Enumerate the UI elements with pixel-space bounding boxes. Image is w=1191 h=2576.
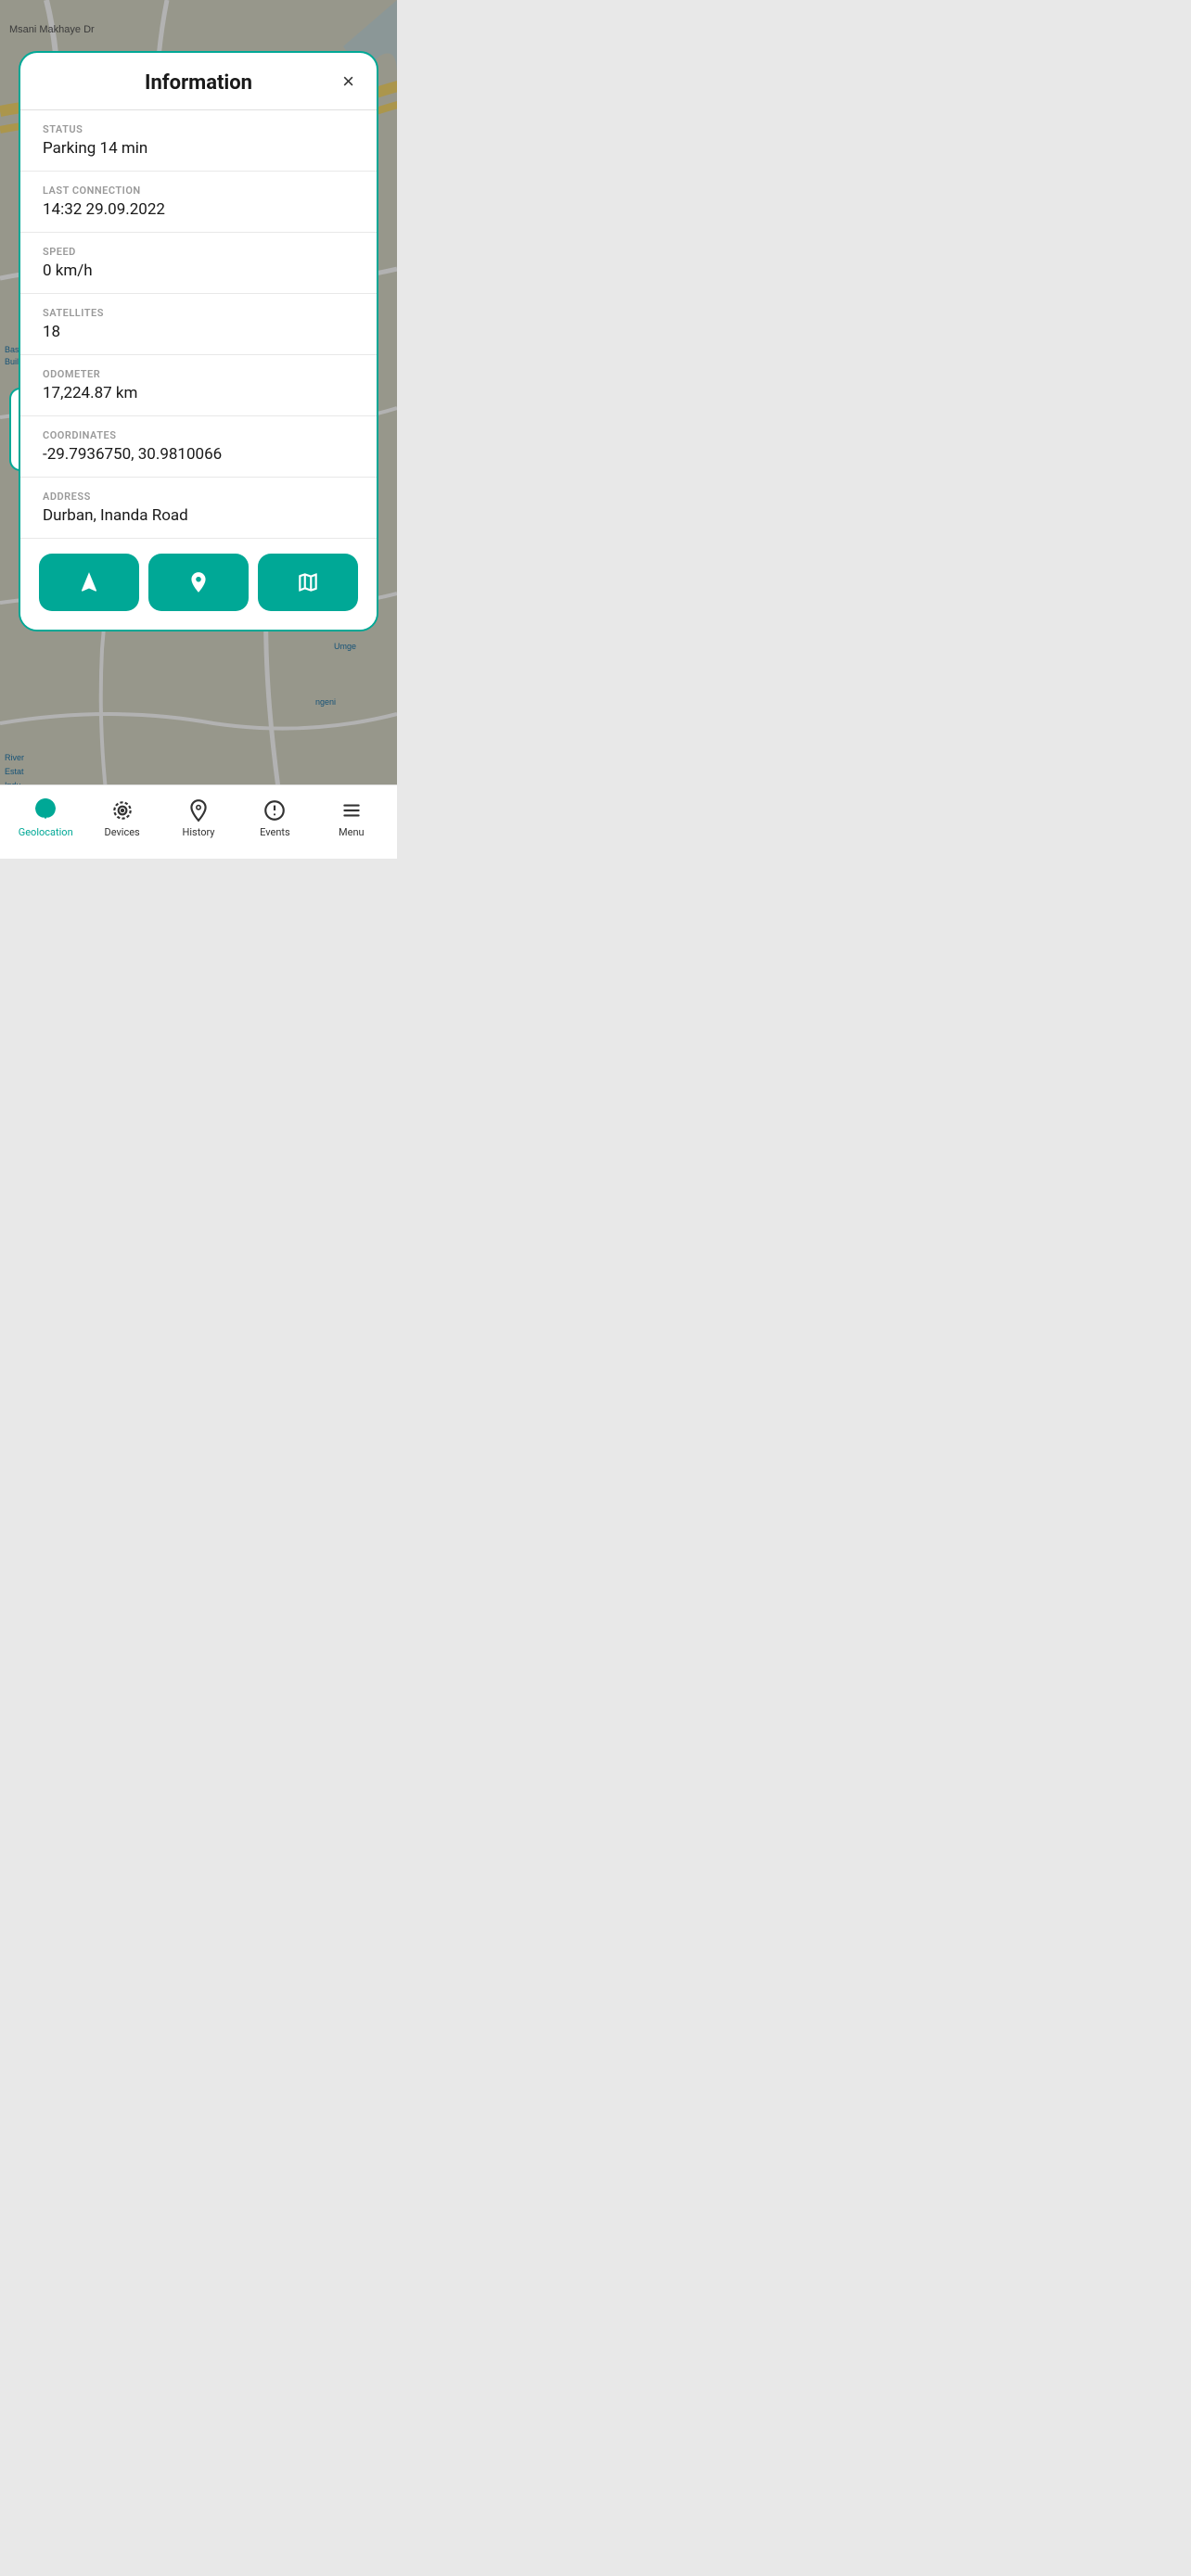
info-row-address: ADDRESS Durban, Inanda Road [20, 478, 377, 539]
info-value: Parking 14 min [43, 139, 354, 158]
map-button[interactable] [258, 554, 358, 611]
info-row-last-connection: LAST CONNECTION 14:32 29.09.2022 [20, 172, 377, 233]
information-modal: Information × STATUS Parking 14 min LAST… [19, 51, 378, 631]
nav-label-geolocation: Geolocation [19, 826, 73, 838]
nav-item-geolocation[interactable]: Geolocation [7, 798, 83, 838]
info-value: 14:32 29.09.2022 [43, 200, 354, 219]
info-value: Durban, Inanda Road [43, 506, 354, 525]
modal-title: Information [145, 71, 252, 95]
modal-footer [20, 539, 377, 630]
nav-label-events: Events [260, 826, 290, 838]
modal-header: Information × [20, 53, 377, 110]
info-row-speed: SPEED 0 km/h [20, 233, 377, 294]
info-row-satellites: SATELLITES 18 [20, 294, 377, 355]
nav-item-events[interactable]: Events [237, 798, 313, 838]
bottom-nav: Geolocation Devices History Events Menu [0, 784, 397, 859]
info-label: LAST CONNECTION [43, 185, 354, 197]
info-label: SPEED [43, 246, 354, 258]
nav-item-menu[interactable]: Menu [314, 798, 390, 838]
info-list: STATUS Parking 14 min LAST CONNECTION 14… [20, 110, 377, 539]
info-label: SATELLITES [43, 307, 354, 319]
info-value: 17,224.87 km [43, 384, 354, 402]
info-row-odometer: ODOMETER 17,224.87 km [20, 355, 377, 416]
info-row-coordinates: COORDINATES -29.7936750, 30.9810066 [20, 416, 377, 478]
close-button[interactable]: × [339, 68, 358, 96]
nav-item-devices[interactable]: Devices [83, 798, 160, 838]
navigate-button[interactable] [39, 554, 139, 611]
info-label: ADDRESS [43, 491, 354, 503]
location-button[interactable] [148, 554, 249, 611]
info-value: -29.7936750, 30.9810066 [43, 445, 354, 464]
info-row-status: STATUS Parking 14 min [20, 110, 377, 172]
info-label: ODOMETER [43, 368, 354, 380]
nav-label-history: History [183, 826, 215, 838]
info-label: COORDINATES [43, 429, 354, 441]
nav-item-history[interactable]: History [160, 798, 237, 838]
info-value: 0 km/h [43, 261, 354, 280]
info-label: STATUS [43, 123, 354, 135]
nav-label-menu: Menu [339, 826, 365, 838]
nav-label-devices: Devices [104, 826, 139, 838]
info-value: 18 [43, 323, 354, 341]
